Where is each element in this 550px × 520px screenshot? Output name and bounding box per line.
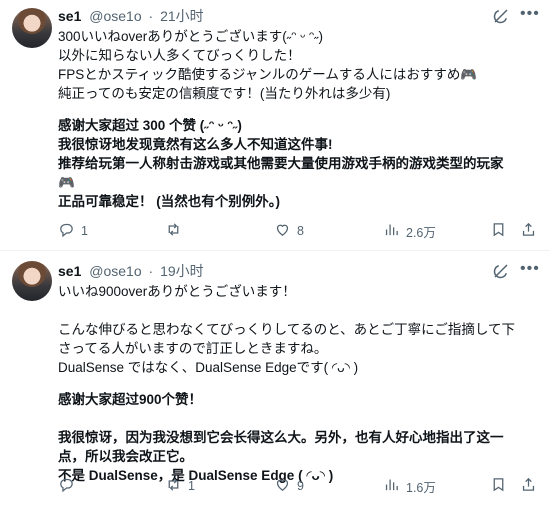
tweet-line: 純正ってのも安定の信頼度です！(当たり外れは多少有) [58, 86, 391, 101]
avatar[interactable] [12, 8, 52, 48]
bookmark-button[interactable] [490, 476, 507, 496]
reply-count: 1 [81, 224, 88, 238]
share-button[interactable] [520, 221, 537, 241]
retweet-icon [165, 476, 182, 496]
avatar[interactable] [12, 261, 52, 301]
author-name[interactable]: se1 [58, 263, 81, 279]
grok-icon[interactable] [492, 7, 510, 25]
tweet-line: 正品可靠稳定！ (当然也有个别例外。) [58, 194, 280, 209]
action-bar: 1 9 1.6万 [58, 476, 538, 496]
share-icon [520, 476, 537, 496]
tweet-line: いいね900overありがとうございます！ [58, 284, 296, 299]
reply-icon [58, 221, 75, 241]
tweet-line: こんな伸びると思わなくてびっくりしてるのと、あとご丁寧にご指摘して下 [58, 322, 515, 337]
tweet-line: 我很惊讶地发现竟然有这么多人不知道这件事! [58, 137, 333, 152]
more-icon[interactable]: ••• [520, 6, 539, 25]
tweet-card[interactable]: se1 @ose1o · 19小时 ••• いいね900overありがとうござい… [0, 250, 550, 520]
share-icon [520, 221, 537, 241]
author-handle[interactable]: @ose1o [89, 8, 141, 24]
like-count: 8 [297, 224, 304, 238]
like-button[interactable]: 9 [274, 476, 304, 496]
action-bar: 1 8 2.6万 [58, 221, 538, 241]
tweet-text: いいね900overありがとうございます！ こんな伸びると思わなくてびっくりして… [58, 282, 538, 485]
tweet-line: 点，所以我会改正它。 [58, 449, 193, 464]
timestamp[interactable]: 21小时 [160, 8, 204, 24]
separator-dot: · [148, 8, 154, 24]
tweet-header: se1 @ose1o · 21小时 [58, 7, 204, 25]
reply-button[interactable] [58, 476, 81, 496]
tweet-line: 以外に知らない人多くてびっくりした！ [58, 48, 301, 63]
tweet-line: 我很惊讶，因为我没想到它会长得这么大。另外，也有人好心地指出了这一 [58, 430, 504, 445]
timestamp[interactable]: 19小时 [160, 263, 204, 279]
bookmark-icon [490, 476, 507, 496]
bookmark-icon [490, 221, 507, 241]
tweet-line: 感谢大家超过 300 个赞 (˶ᵔ ᵕ ᵔ˶) [58, 118, 242, 133]
reply-icon [58, 476, 75, 496]
more-icon[interactable]: ••• [520, 261, 539, 280]
views-count: 1.6万 [406, 480, 436, 495]
views-icon [383, 221, 400, 241]
retweet-button[interactable] [165, 221, 188, 241]
heart-icon [274, 476, 291, 496]
author-name[interactable]: se1 [58, 8, 81, 24]
tweet-header: se1 @ose1o · 19小时 [58, 262, 204, 280]
views-count: 2.6万 [406, 225, 436, 240]
author-handle[interactable]: @ose1o [89, 263, 141, 279]
tweet-line: 🎮 [58, 175, 75, 190]
retweet-icon [165, 221, 182, 241]
heart-icon [274, 221, 291, 241]
views-button[interactable]: 1.6万 [383, 476, 436, 496]
tweet-line: 推荐给玩第一人称射击游戏或其他需要大量使用游戏手柄的游戏类型的玩家 [58, 156, 504, 171]
tweet-text: 300いいねoverありがとうございます(˶ᵔ ᵕ ᵔ˶) 以外に知らない人多く… [58, 27, 538, 211]
separator-dot: · [148, 263, 154, 279]
tweet-line: FPSとかスティック酷使するジャンルのゲームする人にはおすすめ🎮 [58, 67, 478, 82]
retweet-count: 1 [188, 479, 195, 493]
tweet-line: DualSense ではなく、DualSense Edgeです( ◜ᴗ◝ ) [58, 360, 359, 375]
views-icon [383, 476, 400, 496]
share-button[interactable] [520, 476, 537, 496]
retweet-button[interactable]: 1 [165, 476, 195, 496]
bookmark-button[interactable] [490, 221, 507, 241]
like-button[interactable]: 8 [274, 221, 304, 241]
like-count: 9 [297, 479, 304, 493]
tweet-card[interactable]: se1 @ose1o · 21小时 ••• 300いいねoverありがとうござい… [0, 0, 550, 250]
tweet-line: さってる人がいますので訂正しときますね。 [58, 341, 328, 356]
tweet-line: 感谢大家超过900个赞！ [58, 392, 203, 407]
views-button[interactable]: 2.6万 [383, 221, 436, 241]
tweet-line: 300いいねoverありがとうございます(˶ᵔ ᵕ ᵔ˶) [58, 29, 324, 44]
grok-icon[interactable] [492, 262, 510, 280]
reply-button[interactable]: 1 [58, 221, 88, 241]
